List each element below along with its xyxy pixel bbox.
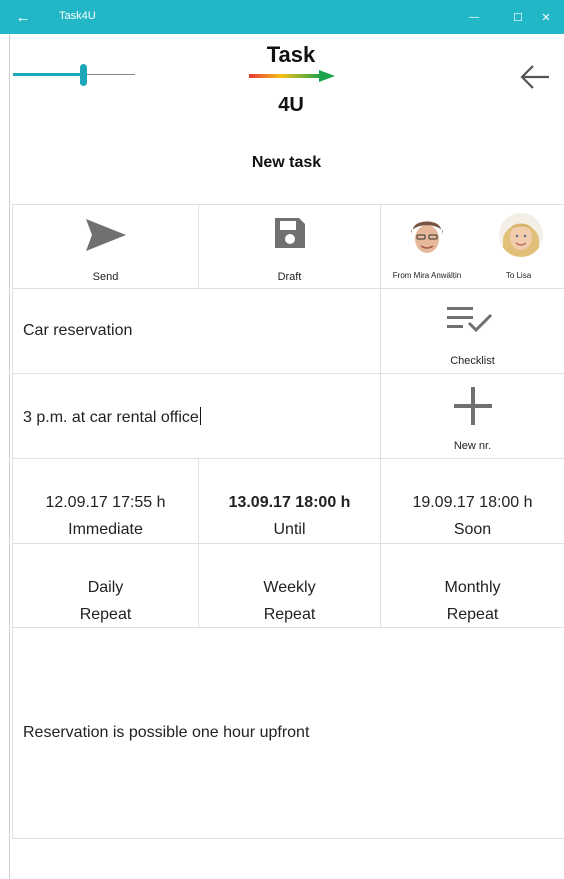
person-avatar-icon: [405, 213, 449, 257]
slider-thumb[interactable]: [80, 64, 87, 86]
logo-text-task: Task: [266, 42, 316, 67]
window-title: Task4U: [59, 10, 96, 22]
repeat-label: Repeat: [79, 606, 132, 623]
slider-fill: [13, 73, 80, 76]
window-back-button[interactable]: ←: [0, 0, 46, 34]
close-button[interactable]: ✕: [528, 0, 564, 34]
divider: [12, 838, 564, 839]
from-contact[interactable]: From Mira Anwältin: [381, 205, 473, 288]
deadline-soon-option[interactable]: 19.09.17 18:00 h Soon: [381, 459, 564, 543]
back-arrow-icon: ←: [15, 8, 31, 26]
close-icon: ✕: [541, 11, 551, 24]
repeat-daily-option[interactable]: Daily Repeat: [13, 544, 198, 627]
deadline-datetime-selected: 13.09.17 18:00 h: [228, 494, 351, 511]
send-button[interactable]: Send: [13, 205, 198, 288]
divider: [12, 627, 564, 628]
repeat-period: Daily: [87, 579, 124, 596]
avatar: [499, 213, 543, 257]
person-avatar-icon: [499, 213, 543, 257]
header-back-button[interactable]: [518, 62, 552, 92]
task-location-input[interactable]: 3 p.m. at car rental office: [23, 407, 201, 427]
maximize-icon: ☐: [513, 11, 523, 24]
avatar: [405, 213, 449, 257]
checklist-icon: [447, 307, 493, 333]
repeat-monthly-option[interactable]: Monthly Repeat: [381, 544, 564, 627]
priority-slider[interactable]: [13, 60, 135, 90]
deadline-label: Immediate: [68, 521, 143, 538]
title-bar: ← Task4U — ☐ ✕: [0, 0, 564, 34]
minimize-icon: —: [469, 11, 479, 23]
logo-arrow-icon: [249, 70, 335, 82]
to-label: To Lisa: [505, 271, 532, 280]
app-logo: Task 4U: [245, 42, 337, 122]
deadline-immediate-option[interactable]: 12.09.17 17:55 h Immediate: [13, 459, 198, 543]
minimize-button[interactable]: —: [452, 0, 496, 34]
draft-button[interactable]: Draft: [199, 205, 380, 288]
task-note-input[interactable]: Reservation is possible one hour upfront: [23, 724, 309, 742]
deadline-label: Until: [273, 521, 306, 538]
arrow-left-icon: [520, 65, 549, 89]
deadline-label: Soon: [453, 521, 492, 538]
repeat-weekly-option[interactable]: Weekly Repeat: [199, 544, 380, 627]
draft-label: Draft: [277, 271, 302, 283]
deadline-until-option[interactable]: 13.09.17 18:00 h Until: [199, 459, 380, 543]
repeat-period: Monthly: [444, 579, 501, 596]
to-contact[interactable]: To Lisa: [473, 205, 564, 288]
checklist-button[interactable]: Checklist: [381, 289, 564, 373]
from-label: From Mira Anwältin: [392, 271, 462, 280]
plus-icon: [454, 387, 492, 425]
send-label: Send: [92, 271, 119, 283]
page-title: New task: [251, 154, 322, 171]
new-nr-label: New nr.: [453, 440, 492, 452]
send-icon: [86, 219, 126, 251]
repeat-label: Repeat: [446, 606, 499, 623]
new-nr-button[interactable]: New nr.: [381, 374, 564, 458]
checklist-label: Checklist: [450, 355, 495, 367]
logo-text-4u: 4U: [278, 94, 304, 116]
text-caret: [199, 407, 201, 425]
task-title-input[interactable]: Car reservation: [23, 322, 132, 340]
repeat-label: Repeat: [263, 606, 316, 623]
deadline-datetime: 12.09.17 17:55 h: [45, 494, 166, 511]
location-value: 3 p.m. at car rental office: [23, 409, 199, 426]
repeat-period: Weekly: [263, 579, 316, 596]
save-icon: [275, 218, 305, 248]
deadline-datetime: 19.09.17 18:00 h: [412, 494, 533, 511]
